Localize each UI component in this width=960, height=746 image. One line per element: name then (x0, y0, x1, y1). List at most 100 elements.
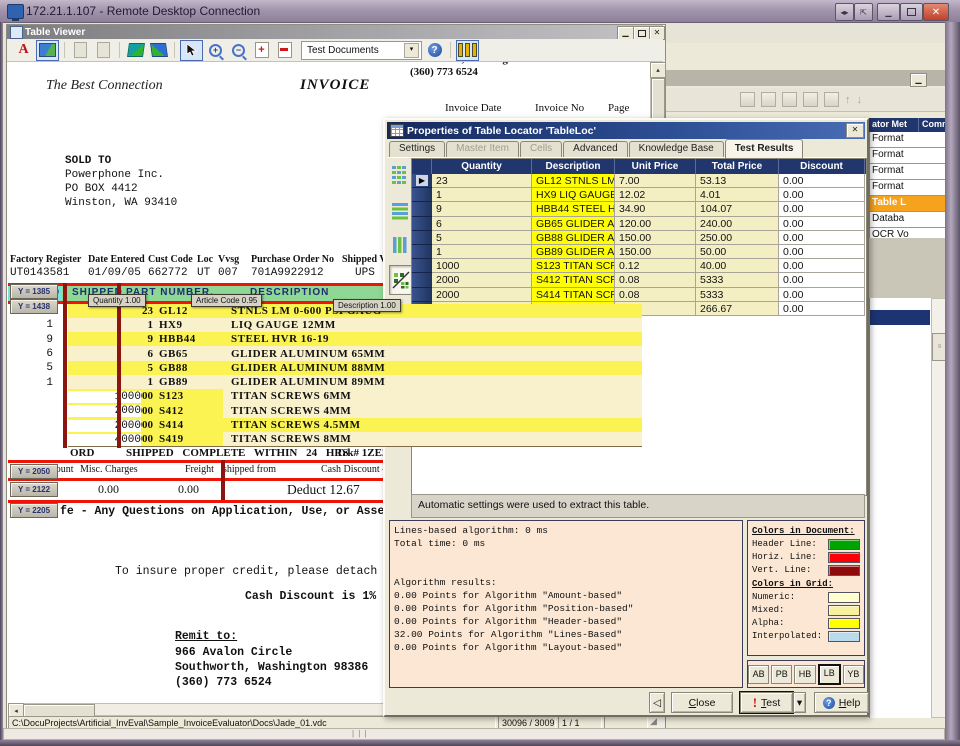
grid-cell[interactable]: 4.01 (696, 188, 779, 202)
table-row[interactable]: 2000S412 TITAN SCRE0.0853330.00 (412, 273, 866, 287)
tab-settings[interactable]: Settings (389, 141, 445, 157)
next-page-button[interactable] (93, 41, 114, 60)
grid-cell[interactable]: 53.13 (696, 174, 779, 188)
fit-width-button[interactable] (274, 41, 295, 60)
grid-cell[interactable]: 240.00 (696, 217, 779, 231)
image-mode-button[interactable] (36, 40, 59, 61)
grid-cell[interactable]: 7.00 (615, 174, 696, 188)
grid-cell[interactable]: 0.00 (779, 259, 865, 273)
grid-cell[interactable]: 0.00 (779, 245, 865, 259)
columns-view-button[interactable] (456, 40, 479, 61)
grid-cell[interactable]: 0.00 (779, 217, 865, 231)
grid-cell[interactable]: 120.00 (615, 217, 696, 231)
send-icon[interactable] (824, 92, 839, 107)
help-button[interactable]: ? (424, 41, 445, 60)
panel-minimize-button[interactable]: ▁ (910, 73, 927, 87)
table-row[interactable]: 6GB65 GLIDER ALU120.00240.000.00 (412, 217, 866, 231)
rdp-scrollbar-grip[interactable]: | | | (352, 731, 370, 737)
selected-row-bar[interactable] (870, 310, 930, 325)
grid-cell[interactable]: 5 (432, 231, 532, 245)
close-button[interactable]: Close (671, 692, 733, 713)
move-up-icon[interactable]: ↑ (845, 94, 851, 106)
grid-cell[interactable]: 0.00 (779, 231, 865, 245)
grid-cell[interactable]: 23 (432, 174, 532, 188)
tv-close-button[interactable]: ✕ (649, 26, 665, 40)
tab-advanced[interactable]: Advanced (563, 141, 627, 157)
export-icon[interactable] (803, 92, 818, 107)
prev-page-button[interactable] (70, 41, 91, 60)
grid-cell[interactable]: 1 (432, 245, 532, 259)
test-dropdown-button[interactable]: ▾ (793, 692, 806, 713)
grid-cell[interactable]: 0.00 (779, 188, 865, 202)
grid-cell[interactable]: 250.00 (696, 231, 779, 245)
resize-grip-icon[interactable]: ◢ (650, 716, 657, 727)
grid-cell[interactable]: GB65 GLIDER ALU (532, 217, 615, 231)
row-header[interactable] (412, 245, 432, 259)
column-discount[interactable]: Discount (779, 159, 865, 174)
row-header[interactable] (412, 217, 432, 231)
move-down-icon[interactable]: ↓ (857, 94, 863, 106)
grid-cell[interactable]: 0.12 (615, 259, 696, 273)
grid-cell[interactable]: HX9 LIQ GAUGE 12 (532, 188, 615, 202)
grid-cell[interactable]: 40.00 (696, 259, 779, 273)
rdp-maximize-button[interactable] (900, 3, 923, 21)
view-mixed-button[interactable] (389, 265, 412, 295)
grid-cell[interactable]: 12.02 (615, 188, 696, 202)
row-header[interactable] (412, 231, 432, 245)
grid-cell[interactable]: 1 (432, 188, 532, 202)
rdp-titlebar[interactable]: 172.21.1.107 - Remote Desktop Connection (0, 0, 960, 23)
grid-cell[interactable]: S123 TITAN SCRE (532, 259, 615, 273)
table-viewer-titlebar[interactable]: Table Viewer (7, 25, 663, 39)
grid-cell[interactable]: 2000 (432, 288, 532, 302)
tv-minimize-button[interactable]: ▁ (617, 26, 634, 40)
dialog-close-button[interactable]: ✕ (846, 123, 864, 138)
column-description[interactable]: Description (532, 159, 615, 174)
rdp-minimize-button[interactable]: ▁ (877, 3, 900, 21)
text-mode-button[interactable]: A (13, 41, 34, 60)
paste-icon[interactable] (782, 92, 797, 107)
table-row[interactable]: 9HBB44 STEEL HVR34.90104.070.00 (412, 202, 866, 216)
copy-icon[interactable] (761, 92, 776, 107)
locator-row[interactable]: Format (869, 180, 946, 196)
tab-knowledge-base[interactable]: Knowledge Base (629, 141, 724, 157)
tab-test-results[interactable]: Test Results (725, 139, 804, 158)
prev-document-button[interactable] (125, 41, 146, 60)
view-rows-button[interactable] (389, 197, 410, 225)
grid-cell[interactable]: 0.08 (615, 288, 696, 302)
rdp-pin-button[interactable]: ◂▸ (835, 3, 854, 21)
grid-cell[interactable]: GB89 GLIDER ALU (532, 245, 615, 259)
next-document-button[interactable] (148, 41, 169, 60)
help-button[interactable]: ?Help (814, 692, 869, 713)
algo-button-yb[interactable]: YB (843, 665, 864, 684)
rdp-resize-button[interactable]: ⇱ (854, 3, 873, 21)
column-comment[interactable]: Commen (919, 118, 946, 132)
view-columns-button[interactable] (389, 231, 410, 259)
tab-master-item[interactable]: Master Item (446, 141, 519, 157)
row-header[interactable] (412, 259, 432, 273)
grid-cell[interactable]: 9 (432, 202, 532, 216)
column-locator-method[interactable]: ator Met (869, 118, 919, 132)
algo-button-pb[interactable]: PB (771, 665, 792, 684)
grid-cell[interactable]: 5333 (696, 273, 779, 287)
rdp-horizontal-scrollbar[interactable] (3, 728, 945, 740)
grid-cell[interactable]: 104.07 (696, 202, 779, 216)
select-tool-button[interactable] (180, 40, 203, 61)
row-header[interactable] (412, 202, 432, 216)
collapse-button[interactable]: ◁ (649, 692, 665, 713)
tab-cells[interactable]: Cells (520, 141, 562, 157)
table-row[interactable]: ▶23GL12 STNLS LM 0 -7.0053.130.00 (412, 174, 866, 188)
dialog-titlebar[interactable]: Properties of Table Locator 'TableLoc' (387, 122, 865, 139)
grid-cell[interactable]: 6 (432, 217, 532, 231)
test-button[interactable]: !Test (740, 692, 793, 713)
table-row[interactable]: 5GB88 GLIDER ALU150.00250.000.00 (412, 231, 866, 245)
grid-cell[interactable]: 0.00 (779, 174, 865, 188)
grid-cell[interactable]: 50.00 (696, 245, 779, 259)
grid-cell[interactable]: 0.08 (615, 273, 696, 287)
grid-cell[interactable]: GL12 STNLS LM 0 - (532, 174, 615, 188)
row-header[interactable]: ▶ (412, 174, 432, 188)
locator-row[interactable]: Table L (869, 196, 946, 212)
panel-vertical-scrollbar[interactable] (931, 298, 946, 718)
locator-row[interactable]: Format (869, 132, 946, 148)
row-header[interactable] (412, 188, 432, 202)
algo-button-ab[interactable]: AB (748, 665, 769, 684)
